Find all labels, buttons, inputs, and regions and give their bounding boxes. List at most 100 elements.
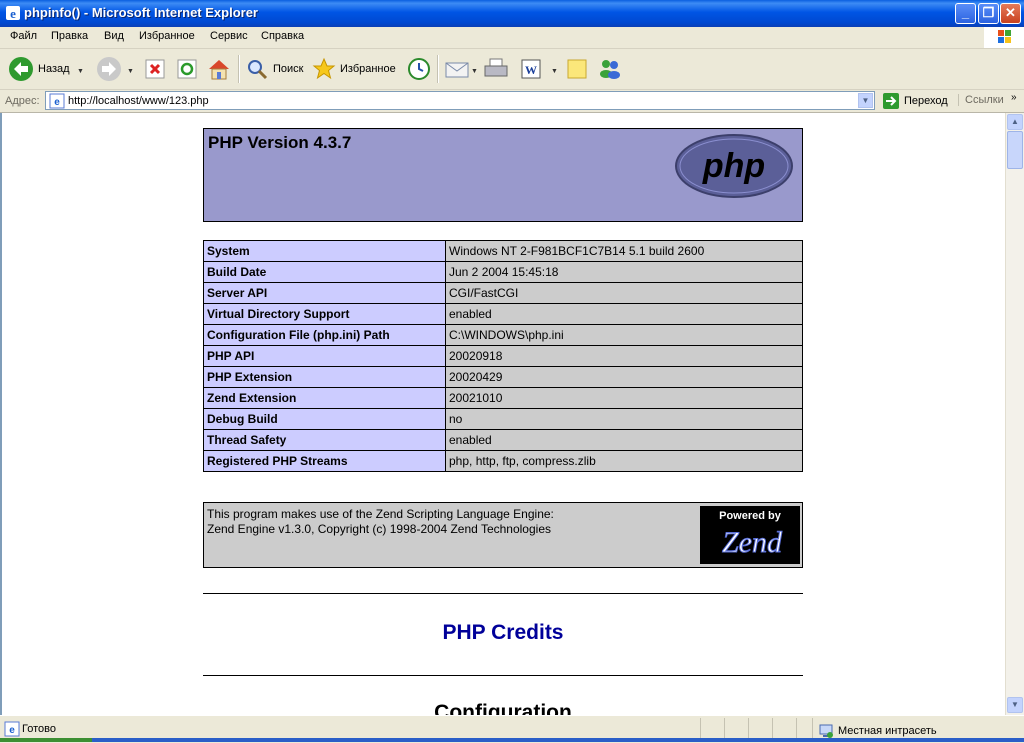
page-title: PHP Version 4.3.7: [208, 133, 352, 152]
svg-text:e: e: [9, 725, 15, 736]
favorites-label: Избранное: [340, 63, 396, 75]
info-table: System Windows NT 2-F981BCF1C7B14 5.1 bui…: [203, 240, 803, 472]
go-button[interactable]: Переход: [882, 92, 948, 110]
table-row: Thread Safety enabled: [203, 429, 803, 451]
forward-arrow-icon: [97, 57, 121, 81]
php-version-header: PHP Version 4.3.7 php: [203, 128, 803, 222]
table-row: Configuration File (php.ini) Path C:\WIND…: [203, 324, 803, 346]
table-row: PHP API 20020918: [203, 345, 803, 367]
note-icon: [567, 59, 587, 79]
zend-text-line1: This program makes use of the Zend Scrip…: [207, 507, 554, 521]
info-key: Configuration File (php.ini) Path: [203, 324, 446, 346]
info-key: System: [203, 240, 446, 262]
php-logo-text: php: [702, 147, 765, 185]
info-value: enabled: [445, 303, 803, 325]
svg-text:W: W: [525, 63, 537, 77]
forward-button[interactable]: [96, 55, 122, 83]
intranet-icon: [819, 724, 833, 738]
zend-logo-caption: Powered by: [719, 510, 782, 522]
printer-icon: [484, 58, 508, 77]
word-edit-icon: W: [521, 59, 541, 79]
back-dropdown-icon[interactable]: ▼: [77, 68, 84, 75]
vertical-scrollbar[interactable]: ▲ ▼: [1005, 113, 1024, 715]
zone-label: Местная интрасеть: [838, 725, 937, 737]
back-button[interactable]: Назад: [8, 55, 70, 83]
menu-view[interactable]: Вид: [104, 30, 124, 42]
table-row: Virtual Directory Support enabled: [203, 303, 803, 325]
mail-dropdown-icon[interactable]: ▼: [471, 68, 478, 75]
info-value: Jun 2 2004 15:45:18: [445, 261, 803, 283]
restore-button[interactable]: ❐: [978, 3, 999, 24]
info-key: Server API: [203, 282, 446, 304]
divider: [203, 593, 803, 594]
zend-engine-box: This program makes use of the Zend Scrip…: [203, 502, 803, 568]
taskbar-strip: [0, 738, 1024, 742]
menu-file[interactable]: Файл: [10, 30, 37, 42]
messenger-icon: [600, 60, 620, 79]
stop-button[interactable]: [144, 55, 166, 83]
scroll-down-button[interactable]: ▼: [1007, 697, 1023, 713]
zend-text-line2: Zend Engine v1.3.0, Copyright (c) 1998-2…: [207, 522, 551, 536]
minimize-button[interactable]: _: [955, 3, 976, 24]
php-logo-icon: php: [675, 134, 793, 198]
info-key: Thread Safety: [203, 429, 446, 451]
back-label: Назад: [38, 63, 70, 75]
search-button[interactable]: Поиск: [245, 55, 303, 83]
discuss-button[interactable]: [566, 55, 588, 83]
page-content: PHP Version 4.3.7 php System Windows NT 2…: [0, 113, 1005, 715]
menu-tools[interactable]: Сервис: [210, 30, 248, 42]
table-row: Server API CGI/FastCGI: [203, 282, 803, 304]
info-key: Registered PHP Streams: [203, 450, 446, 472]
divider: [203, 675, 803, 676]
menu-edit[interactable]: Правка: [51, 30, 88, 42]
zend-logo-word: Zend: [722, 526, 783, 559]
info-value: C:\WINDOWS\php.ini: [445, 324, 803, 346]
menu-favorites[interactable]: Избранное: [139, 30, 195, 42]
refresh-button[interactable]: [176, 55, 198, 83]
svg-text:e: e: [54, 97, 60, 108]
table-row: Debug Build no: [203, 408, 803, 430]
go-label: Переход: [904, 95, 948, 107]
address-dropdown-icon[interactable]: ▼: [858, 93, 873, 108]
links-button[interactable]: Ссылки: [958, 94, 1004, 106]
info-value: 20021010: [445, 387, 803, 409]
print-button[interactable]: [483, 55, 509, 83]
info-value: enabled: [445, 429, 803, 451]
info-key: Zend Extension: [203, 387, 446, 409]
history-button[interactable]: [406, 55, 432, 83]
info-key: PHP Extension: [203, 366, 446, 388]
configuration-heading: Configuration: [434, 701, 572, 715]
table-row: Zend Extension 20021010: [203, 387, 803, 409]
links-chevron-icon[interactable]: »: [1011, 92, 1017, 103]
refresh-icon: [177, 59, 197, 79]
edit-button[interactable]: W: [520, 55, 542, 83]
table-row: Build Date Jun 2 2004 15:45:18: [203, 261, 803, 283]
address-url: http://localhost/www/123.php: [68, 95, 209, 107]
messenger-button[interactable]: [597, 55, 623, 83]
info-value: php, http, ftp, compress.zlib: [445, 450, 803, 472]
forward-dropdown-icon[interactable]: ▼: [127, 68, 134, 75]
close-button[interactable]: ✕: [1000, 3, 1021, 24]
credits-heading[interactable]: PHP Credits: [203, 621, 803, 645]
title-bar[interactable]: e phpinfo() - Microsoft Internet Explore…: [0, 0, 1024, 27]
info-key: Virtual Directory Support: [203, 303, 446, 325]
address-bar: Адрес: e http://localhost/www/123.php ▼ …: [0, 90, 1024, 113]
ie-icon: e: [6, 6, 20, 21]
zend-logo[interactable]: Powered by Zend: [700, 506, 800, 564]
home-button[interactable]: [206, 55, 232, 83]
favorites-button[interactable]: Избранное: [312, 55, 396, 83]
security-zone: Местная интрасеть: [818, 723, 937, 739]
edit-dropdown-icon[interactable]: ▼: [551, 68, 558, 75]
scroll-up-button[interactable]: ▲: [1007, 114, 1023, 130]
menu-help[interactable]: Справка: [261, 30, 304, 42]
table-row: PHP Extension 20020429: [203, 366, 803, 388]
mail-button[interactable]: [444, 55, 470, 83]
info-value: Windows NT 2-F981BCF1C7B14 5.1 build 260…: [445, 240, 803, 262]
scroll-thumb[interactable]: [1007, 131, 1023, 169]
address-input[interactable]: e http://localhost/www/123.php ▼: [45, 91, 875, 110]
window-title: phpinfo() - Microsoft Internet Explorer: [24, 5, 258, 20]
go-arrow-icon: [883, 93, 899, 109]
stop-icon: [145, 59, 165, 79]
info-key: Build Date: [203, 261, 446, 283]
search-label: Поиск: [273, 63, 304, 75]
